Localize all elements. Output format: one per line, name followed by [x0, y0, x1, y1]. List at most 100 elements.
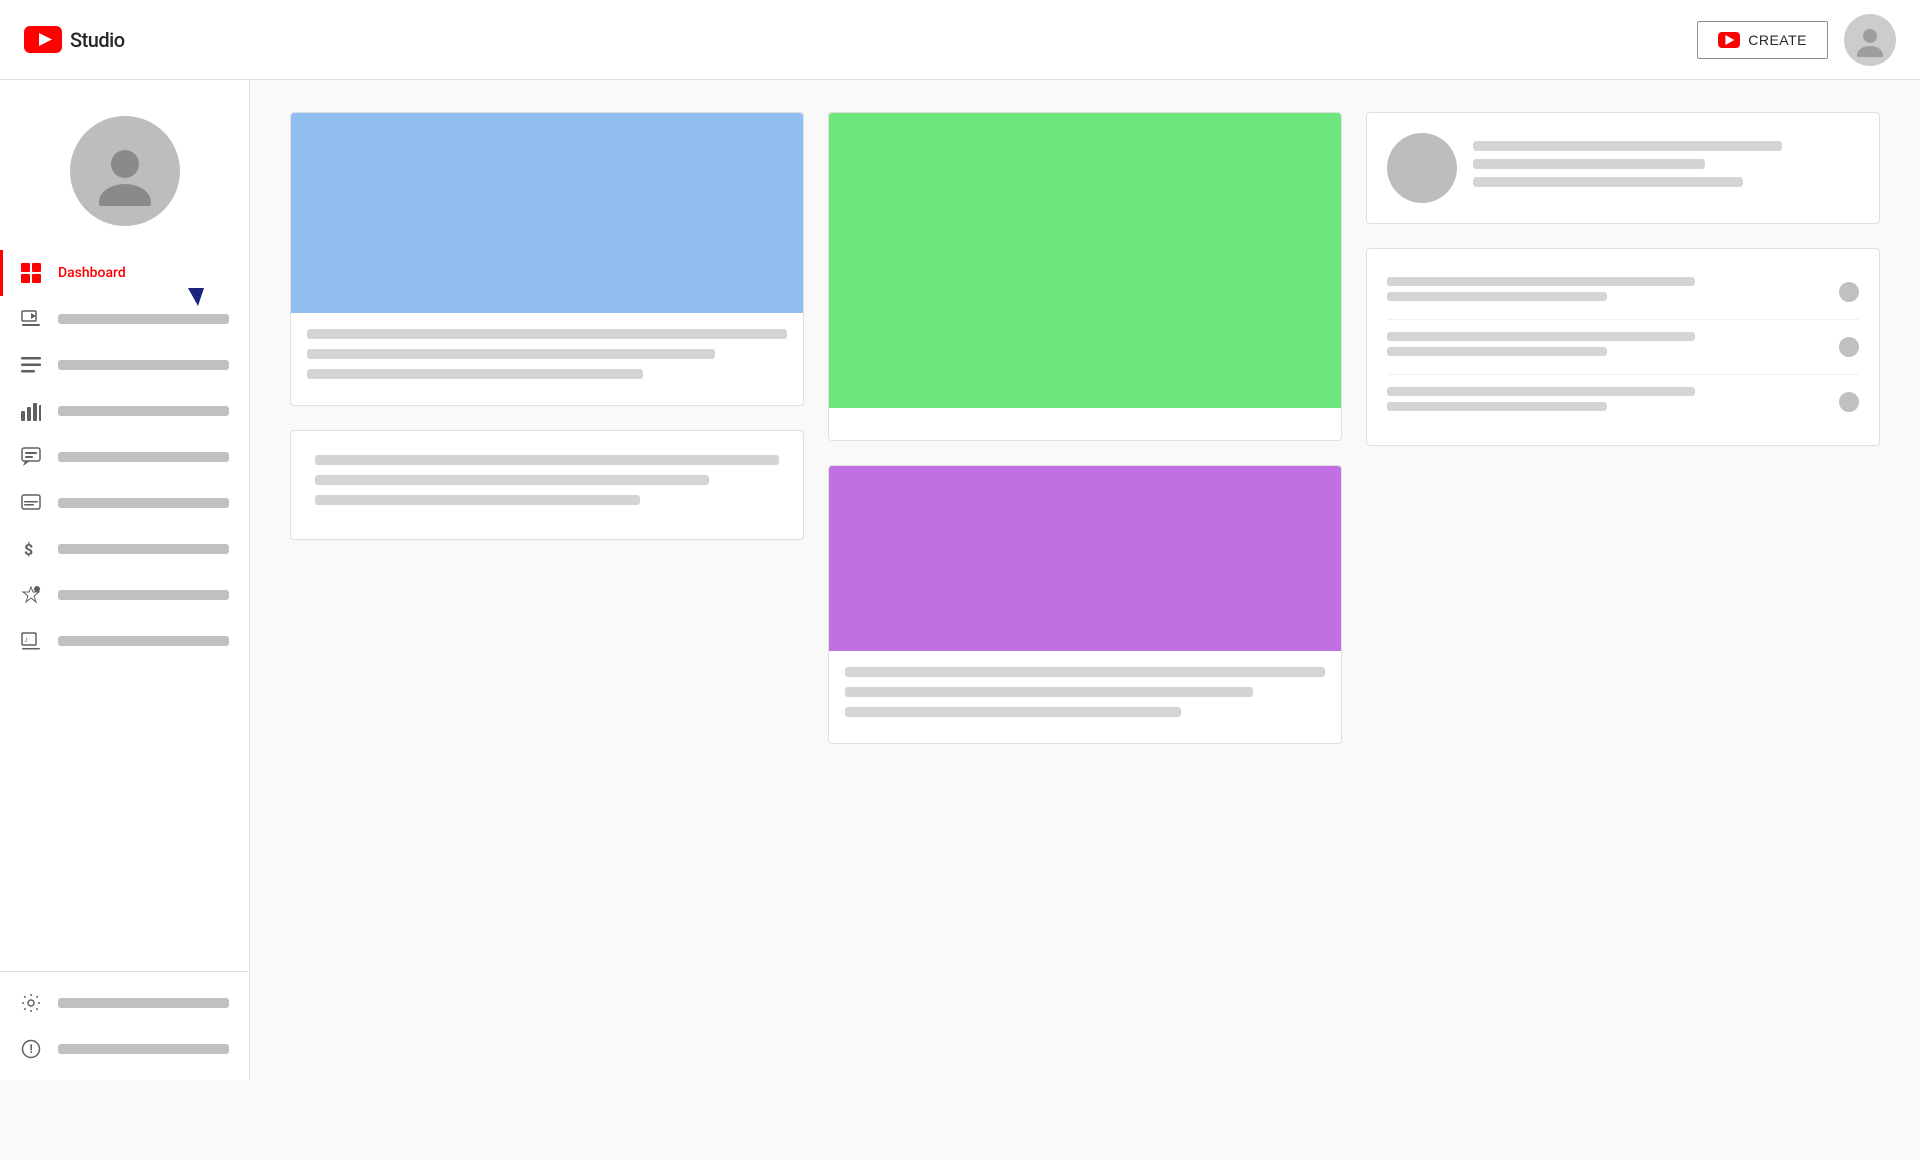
- settings-icon: [20, 992, 42, 1014]
- feedback-label-placeholder: [58, 1044, 229, 1054]
- user-avatar-header[interactable]: [1844, 14, 1896, 66]
- subtitles-label-placeholder: [58, 498, 229, 508]
- user-avatar-icon: [1853, 23, 1887, 57]
- right-column: [1366, 112, 1880, 744]
- logo-area: Studio: [24, 26, 125, 53]
- sidebar-item-comments[interactable]: [0, 434, 249, 480]
- analytics-label-placeholder: [58, 406, 229, 416]
- channel-info-card[interactable]: [1366, 112, 1880, 224]
- stats-card[interactable]: [1366, 248, 1880, 446]
- text-line-3: [315, 495, 640, 505]
- card-title-line-1: [307, 329, 787, 339]
- youtube-logo[interactable]: Studio: [24, 26, 125, 53]
- create-button-label: CREATE: [1748, 32, 1807, 48]
- middle-column: [828, 112, 1342, 744]
- sidebar-item-feedback[interactable]: !: [0, 1026, 249, 1072]
- create-button[interactable]: CREATE: [1697, 21, 1828, 59]
- svg-text:$: $: [24, 540, 33, 559]
- sidebar-item-content[interactable]: [0, 296, 249, 342]
- sidebar-item-subtitles[interactable]: [0, 480, 249, 526]
- stats-dot-1: [1839, 282, 1859, 302]
- content-label-placeholder: [58, 314, 229, 324]
- header: Studio CREATE: [0, 0, 1920, 80]
- dashboard-icon: [20, 262, 42, 284]
- dashboard-label: Dashboard: [58, 265, 126, 281]
- studio-wordmark: Studio: [70, 28, 125, 52]
- comments-icon: [20, 446, 42, 468]
- card-text-content: [291, 431, 803, 539]
- customization-icon: [20, 584, 42, 606]
- channel-sub-line: [1473, 159, 1705, 169]
- stats-label-3: [1387, 387, 1695, 396]
- sidebar-avatar-icon: [90, 136, 160, 206]
- header-right: CREATE: [1697, 14, 1896, 66]
- thumbnail-green: [829, 113, 1341, 408]
- svg-text:!: !: [30, 1042, 33, 1056]
- youtube-icon: [24, 26, 62, 53]
- card-content-2: [829, 408, 1341, 440]
- svg-text:♪: ♪: [24, 635, 28, 644]
- customization-label-placeholder: [58, 590, 229, 600]
- stats-dot-3: [1839, 392, 1859, 412]
- channel-name-line: [1473, 141, 1782, 151]
- purple-line-2: [845, 687, 1253, 697]
- card-video-3[interactable]: [828, 465, 1342, 744]
- sidebar-nav: Dashboard: [0, 250, 249, 971]
- monetization-icon: $: [20, 538, 42, 560]
- stats-row-3: [1387, 375, 1859, 429]
- thumbnail-purple: [829, 466, 1341, 651]
- sidebar-item-settings[interactable]: [0, 980, 249, 1026]
- settings-label-placeholder: [58, 998, 229, 1008]
- monetization-label-placeholder: [58, 544, 229, 554]
- content-icon: [20, 308, 42, 330]
- stats-row-2: [1387, 320, 1859, 375]
- stats-dot-2: [1839, 337, 1859, 357]
- stats-text-3: [1387, 387, 1827, 417]
- subtitles-icon: [20, 492, 42, 514]
- create-video-icon: [1718, 32, 1740, 48]
- sidebar-item-audio[interactable]: ♪: [0, 618, 249, 664]
- stats-card-inner: [1367, 249, 1879, 445]
- sidebar-item-analytics[interactable]: [0, 388, 249, 434]
- text-line-2: [315, 475, 709, 485]
- stats-text-1: [1387, 277, 1827, 307]
- card-title-line-2: [307, 349, 715, 359]
- comments-label-placeholder: [58, 452, 229, 462]
- sidebar-item-playlists[interactable]: [0, 342, 249, 388]
- channel-extra-line: [1473, 177, 1743, 187]
- stats-value-3: [1387, 402, 1607, 411]
- thumbnail-blue: [291, 113, 803, 313]
- analytics-icon: [20, 400, 42, 422]
- channel-avatar: [1387, 133, 1457, 203]
- sidebar-item-customization[interactable]: [0, 572, 249, 618]
- card-content-1: [291, 313, 803, 405]
- content-grid: [290, 112, 1880, 744]
- channel-info: [1473, 141, 1859, 195]
- stats-label-2: [1387, 332, 1695, 341]
- purple-line-3: [845, 707, 1181, 717]
- card-content-3: [829, 651, 1341, 743]
- stats-label-1: [1387, 277, 1695, 286]
- sidebar-item-monetization[interactable]: $: [0, 526, 249, 572]
- stats-value-1: [1387, 292, 1607, 301]
- playlists-label-placeholder: [58, 360, 229, 370]
- playlists-icon: [20, 354, 42, 376]
- left-column: [290, 112, 804, 744]
- audio-icon: ♪: [20, 630, 42, 652]
- purple-line-1: [845, 667, 1325, 677]
- card-title-line-3: [307, 369, 643, 379]
- sidebar: Dashboard: [0, 80, 250, 1080]
- sidebar-channel-avatar-area: [0, 96, 249, 250]
- channel-card-inner: [1367, 113, 1879, 223]
- text-line-1: [315, 455, 779, 465]
- main-content: [250, 80, 1920, 1080]
- sidebar-item-dashboard[interactable]: Dashboard: [0, 250, 249, 296]
- stats-row-1: [1387, 265, 1859, 320]
- audio-label-placeholder: [58, 636, 229, 646]
- card-text-1[interactable]: [290, 430, 804, 540]
- sidebar-avatar-circle[interactable]: [70, 116, 180, 226]
- card-video-2[interactable]: [828, 112, 1342, 441]
- sidebar-bottom: !: [0, 971, 249, 1080]
- stats-value-2: [1387, 347, 1607, 356]
- card-video-1[interactable]: [290, 112, 804, 406]
